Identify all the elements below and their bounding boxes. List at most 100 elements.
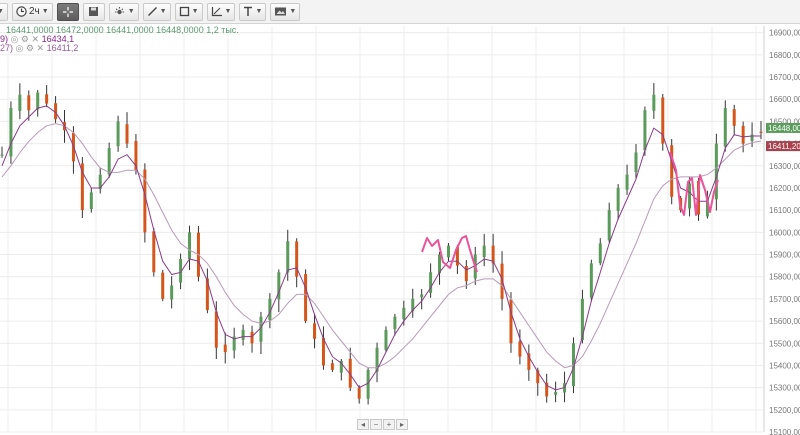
eye-icon[interactable]: ◎	[16, 43, 24, 53]
candle-body	[741, 125, 745, 144]
chart-legend: 16441,0000 16472,0000 16441,0000 16448,0…	[0, 26, 239, 53]
fibonacci-icon	[211, 7, 222, 17]
candle-body	[170, 285, 174, 300]
candle-body	[36, 92, 40, 110]
chevron-down-icon: ▼	[127, 8, 135, 15]
y-tick-label: 16900,000	[769, 29, 800, 38]
ma-fast-line	[1, 105, 761, 391]
y-tick-label: 15700,000	[769, 295, 800, 304]
candle-body	[152, 231, 156, 273]
candle-body	[518, 341, 522, 357]
candle-body	[402, 307, 406, 320]
scroll-right-button[interactable]: ▸	[396, 419, 408, 430]
candle-body	[125, 124, 129, 144]
image-icon	[275, 7, 287, 16]
indicators-icon	[114, 7, 124, 15]
y-tick-label: 16800,000	[769, 51, 800, 60]
drawn-annotation-line[interactable]	[669, 151, 719, 216]
line-tool-icon	[147, 7, 157, 16]
candle-body	[89, 192, 93, 209]
candle-body	[313, 323, 317, 339]
save-icon	[89, 7, 99, 16]
candle-body	[304, 274, 308, 322]
candle-body	[27, 95, 31, 111]
y-tick-label: 16000,000	[769, 228, 800, 237]
candle-body	[250, 331, 254, 344]
candle-body	[446, 245, 450, 258]
chevron-down-icon: ▼	[41, 8, 49, 15]
settings-icon[interactable]: ⚙	[26, 43, 34, 53]
y-tick-label: 16600,000	[769, 95, 800, 104]
y-tick-label: 15900,000	[769, 251, 800, 260]
candle-body	[241, 329, 245, 340]
candle-body	[366, 369, 370, 399]
interval-label: 2ч	[29, 6, 40, 17]
zoom-in-button[interactable]: +	[383, 419, 395, 430]
save-button[interactable]	[82, 2, 105, 21]
candle-body	[634, 152, 638, 172]
fibonacci-button[interactable]: ▼	[206, 2, 236, 21]
y-tick-label: 15500,000	[769, 339, 800, 348]
chevron-down-icon: ▼	[191, 8, 199, 15]
crosshair-button[interactable]	[56, 2, 79, 21]
chevron-down-icon: ▼	[0, 8, 4, 15]
price-chart[interactable]: 15100,000 15200,000 15300,000 15400,000 1550…	[0, 24, 800, 435]
close-icon[interactable]: ✕	[37, 43, 45, 53]
indicators-button[interactable]: ▼	[108, 2, 139, 21]
y-tick-label: 15100,000	[769, 428, 800, 435]
chart-type-button[interactable]: ▼	[270, 2, 301, 21]
chevron-down-icon: ▼	[255, 8, 263, 15]
candle-body	[9, 108, 13, 157]
candle-body	[223, 344, 227, 353]
legend-ma-slow-period: 27)	[0, 43, 14, 53]
chart-navigation: ◂ − + ▸	[357, 419, 408, 431]
candle-body	[732, 109, 736, 126]
candle-body	[393, 316, 397, 330]
chart-toolbar: ▼ 2ч ▼ ▼ ▼ ▼ ▼ ▼ ▼	[0, 0, 800, 24]
candle-body	[759, 131, 763, 133]
legend-ma-slow-value: 16411,2	[46, 43, 79, 53]
rectangle-tool-icon	[179, 6, 189, 17]
y-tick-label: 16300,000	[769, 162, 800, 171]
text-tool-button[interactable]: ▼	[239, 2, 267, 21]
candle-body	[188, 232, 192, 259]
chart-canvas[interactable]: 15100,000 15200,000 15300,000 15400,000 1550…	[0, 24, 800, 435]
chevron-down-icon: ▼	[159, 8, 167, 15]
candle-body	[384, 329, 388, 351]
candle-body	[295, 241, 299, 277]
menu-dropdown-button[interactable]: ▼	[0, 2, 8, 21]
chevron-down-icon: ▼	[289, 8, 297, 15]
y-tick-label: 15400,000	[769, 361, 800, 370]
candle-body	[652, 94, 656, 111]
candle-body	[625, 174, 629, 190]
y-tick-label: 16700,000	[769, 73, 800, 82]
y-tick-label: 15600,000	[769, 317, 800, 326]
zoom-out-button[interactable]: −	[370, 419, 382, 430]
text-tool-icon	[244, 6, 253, 16]
candle-body	[286, 241, 290, 273]
candle-body	[598, 243, 602, 264]
interval-button[interactable]: 2ч ▼	[12, 2, 53, 21]
y-tick-label: 15300,000	[769, 384, 800, 393]
draw-shape-button[interactable]: ▼	[174, 2, 203, 21]
candle-body	[688, 183, 692, 209]
candle-body	[554, 392, 558, 395]
last-price-label: 16448,000	[768, 124, 800, 133]
candle-body	[616, 187, 620, 211]
y-tick-label: 16100,000	[769, 206, 800, 215]
candle-body	[420, 294, 424, 298]
candle-body	[107, 148, 111, 175]
scroll-left-button[interactable]: ◂	[357, 419, 369, 430]
candle-body	[607, 210, 611, 241]
candle-body	[330, 363, 334, 370]
candle-body	[589, 263, 593, 298]
candle-body	[509, 299, 513, 344]
candle-body	[214, 311, 218, 348]
candle-body	[723, 108, 727, 147]
y-tick-label: 16200,000	[769, 184, 800, 193]
y-tick-label: 15800,000	[769, 273, 800, 282]
candle-body	[18, 94, 22, 111]
last-price-label: 16411,200	[768, 142, 800, 151]
candle-body	[482, 245, 486, 258]
draw-line-button[interactable]: ▼	[142, 2, 171, 21]
